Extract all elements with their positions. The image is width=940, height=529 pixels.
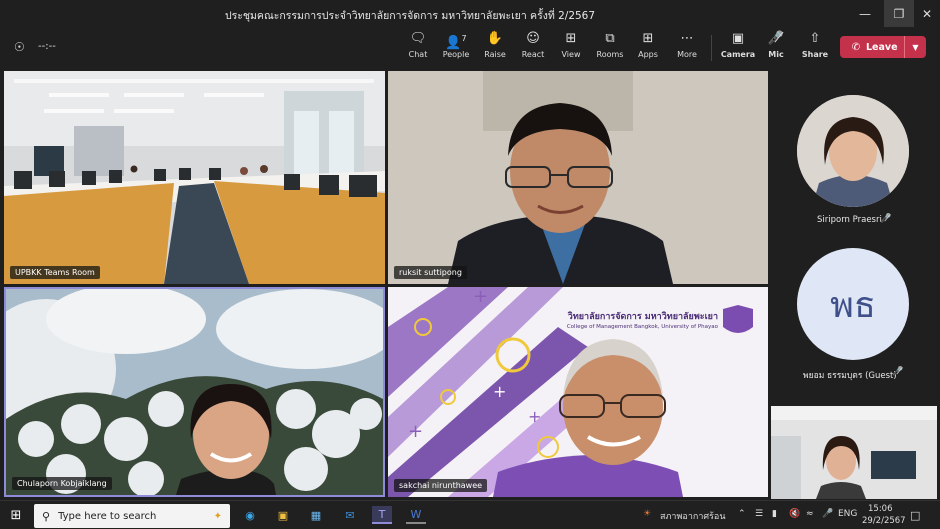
participant-name-ruksit: ruksit suttipong bbox=[394, 266, 467, 279]
wifi-icon[interactable]: ≈ bbox=[806, 509, 814, 519]
self-view-tile[interactable] bbox=[771, 406, 937, 499]
rooms-button[interactable]: ⧉ Rooms bbox=[590, 30, 630, 66]
leave-button[interactable]: ✆ Leave ▼ bbox=[840, 36, 926, 58]
slide-english-title: College of Management Bangkok, Universit… bbox=[566, 324, 718, 330]
react-label: React bbox=[521, 50, 545, 59]
restore-icon[interactable]: ❐ bbox=[884, 0, 914, 27]
chat-icon: 🗨 bbox=[409, 31, 427, 46]
people-icon: 👤 bbox=[445, 35, 462, 51]
participant-name-room: UPBKK Teams Room bbox=[10, 266, 100, 279]
mail-icon[interactable]: ✉ bbox=[340, 506, 360, 524]
view-button[interactable]: ⊞ View bbox=[551, 30, 591, 66]
mic-muted-icon: 🎤̸ bbox=[892, 367, 904, 377]
microphone-icon[interactable]: 🎤 bbox=[822, 509, 833, 519]
edge-icon[interactable]: ◉ bbox=[240, 506, 260, 524]
meeting-toolbar: ☉ --:-- 🗨 Chat 👤7 People ✋ Raise ☺ React… bbox=[0, 27, 940, 68]
rooms-label: Rooms bbox=[596, 50, 624, 59]
svg-text:+: + bbox=[408, 421, 423, 442]
hand-icon: ✋ bbox=[486, 31, 504, 46]
video-tile-sakchai[interactable]: + + + + วิทยาลัยการจัดการ มหาวิทยาลัยพะเ… bbox=[388, 287, 768, 497]
ellipsis-icon: ⋯ bbox=[680, 31, 694, 46]
people-label: People bbox=[442, 50, 470, 59]
chulaporn-video bbox=[6, 289, 383, 495]
search-icon: ⚲ bbox=[42, 509, 51, 523]
close-icon[interactable]: ✕ bbox=[912, 0, 940, 27]
mic-muted-icon: 🎤̸ bbox=[880, 214, 892, 224]
clock-time[interactable]: 15:06 bbox=[868, 504, 893, 514]
store-icon[interactable]: ▦ bbox=[306, 506, 326, 524]
weather-icon: ☀ bbox=[643, 509, 652, 519]
video-tile-chulaporn[interactable]: Chulaporn Kobjaiklang bbox=[4, 287, 385, 497]
grid-icon: ⊞ bbox=[565, 31, 577, 46]
participant-name-siriporn: Siriporn Praesri bbox=[817, 215, 882, 225]
language-indicator[interactable]: ENG bbox=[838, 509, 857, 519]
chat-label: Chat bbox=[408, 50, 428, 59]
participant-name-chulaporn: Chulaporn Kobjaiklang bbox=[12, 477, 112, 490]
phone-hangup-icon: ✆ bbox=[851, 41, 861, 53]
self-view-video bbox=[771, 406, 937, 499]
ruksit-video bbox=[388, 71, 768, 284]
shield-icon: ☉ bbox=[14, 40, 25, 54]
room-video bbox=[4, 71, 385, 284]
slide-thai-title: วิทยาลัยการจัดการ มหาวิทยาลัยพะเยา bbox=[567, 312, 718, 322]
svg-text:+: + bbox=[493, 382, 506, 401]
more-button[interactable]: ⋯ More bbox=[667, 30, 707, 66]
camera-label: Camera bbox=[720, 50, 756, 59]
notifications-icon[interactable]: □ bbox=[910, 509, 920, 522]
react-button[interactable]: ☺ React bbox=[513, 30, 553, 66]
search-highlight-icon: ✦ bbox=[213, 510, 222, 522]
weather-text: สภาพอากาศร้อน bbox=[660, 512, 726, 522]
svg-text:+: + bbox=[528, 407, 541, 426]
participant-name-sakchai: sakchai nirunthawee bbox=[394, 479, 488, 492]
more-label: More bbox=[677, 50, 697, 59]
search-placeholder: Type here to search bbox=[58, 510, 157, 522]
avatar-payom[interactable]: พธ bbox=[797, 248, 909, 360]
raise-label: Raise bbox=[484, 50, 506, 59]
people-count: 7 bbox=[461, 34, 467, 43]
video-tile-ruksit[interactable]: ruksit suttipong bbox=[388, 71, 768, 284]
word-icon[interactable]: W bbox=[406, 506, 426, 524]
svg-text:+: + bbox=[473, 287, 488, 307]
camera-button[interactable]: ▣ Camera bbox=[718, 30, 758, 66]
window-title: ประชุมคณะกรรมการประจำวิทยาลัยการจัดการ ม… bbox=[224, 10, 596, 22]
file-explorer-icon[interactable]: ▣ bbox=[273, 506, 293, 524]
rooms-icon: ⧉ bbox=[605, 31, 615, 46]
chat-button[interactable]: 🗨 Chat bbox=[398, 30, 438, 66]
chevron-down-icon[interactable]: ▼ bbox=[904, 36, 926, 58]
share-button[interactable]: ⇧ Share bbox=[795, 30, 835, 66]
share-label: Share bbox=[801, 50, 829, 59]
mic-label: Mic bbox=[768, 50, 784, 59]
windows-taskbar: ⊞ ⚲ Type here to search ✦ ◉ ▣ ▦ ✉ T W ☀ … bbox=[0, 500, 940, 529]
raise-hand-button[interactable]: ✋ Raise bbox=[475, 30, 515, 66]
minimize-icon[interactable]: — bbox=[850, 0, 880, 27]
avatar-initials: พธ bbox=[830, 284, 876, 326]
smiley-icon: ☺ bbox=[526, 31, 540, 46]
toolbar-divider bbox=[711, 35, 712, 61]
battery-icon[interactable]: ▮ bbox=[772, 509, 777, 519]
people-button[interactable]: 👤7 People bbox=[436, 30, 476, 66]
network-icon[interactable]: ☰ bbox=[755, 509, 763, 519]
windows-start-icon[interactable]: ⊞ bbox=[6, 506, 26, 524]
plus-box-icon: ⊞ bbox=[642, 31, 654, 46]
siriporn-photo bbox=[797, 95, 909, 207]
mic-button[interactable]: 🎤̸ Mic bbox=[756, 30, 796, 66]
leave-label: Leave bbox=[866, 41, 898, 53]
chevron-up-icon[interactable]: ⌃ bbox=[738, 509, 746, 519]
apps-label: Apps bbox=[638, 50, 658, 59]
taskbar-search[interactable]: ⚲ Type here to search ✦ bbox=[34, 504, 230, 528]
title-bar: ประชุมคณะกรรมการประจำวิทยาลัยการจัดการ ม… bbox=[0, 0, 940, 27]
video-tile-room[interactable]: UPBKK Teams Room bbox=[4, 71, 385, 284]
apps-button[interactable]: ⊞ Apps bbox=[628, 30, 668, 66]
meeting-timer: --:-- bbox=[38, 41, 56, 52]
camera-icon: ▣ bbox=[731, 31, 745, 46]
clock-date[interactable]: 29/2/2567 bbox=[862, 516, 906, 526]
volume-muted-icon[interactable]: 🔇 bbox=[789, 509, 800, 519]
mic-muted-icon: 🎤̸ bbox=[767, 31, 785, 46]
avatar-siriporn[interactable] bbox=[797, 95, 909, 207]
teams-icon[interactable]: T bbox=[372, 506, 392, 524]
view-label: View bbox=[561, 50, 581, 59]
participant-name-payom: พยอม ธรรมบุตร (Guest) bbox=[803, 371, 897, 381]
share-icon: ⇧ bbox=[809, 31, 821, 46]
